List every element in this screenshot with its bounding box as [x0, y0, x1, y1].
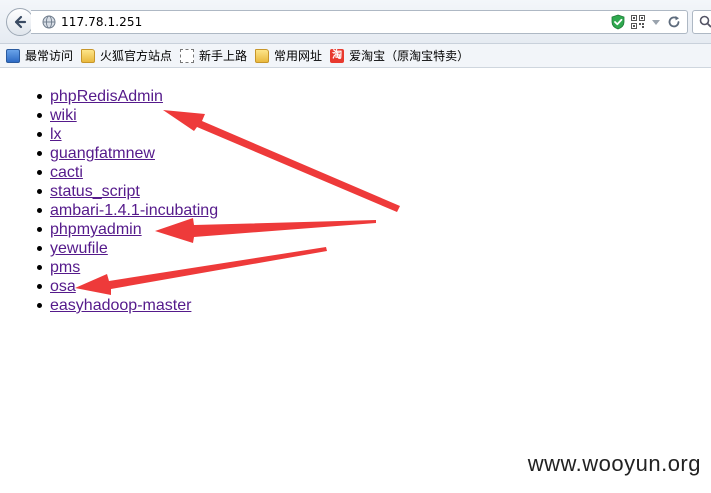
- back-button[interactable]: [6, 8, 34, 36]
- link-pms[interactable]: pms: [50, 259, 80, 276]
- back-arrow-icon: [14, 15, 27, 29]
- watermark-text: www.wooyun.org: [527, 451, 701, 476]
- list-item: guangfatmnew: [37, 144, 218, 163]
- list-item: wiki: [37, 106, 218, 125]
- bookmarks-toolbar: 最常访问 火狐官方站点 新手上路 常用网址 淘 爱淘宝（原淘宝特卖）: [0, 44, 711, 68]
- link-cacti[interactable]: cacti: [50, 164, 83, 181]
- search-box[interactable]: [692, 10, 711, 34]
- list-item: pms: [37, 258, 218, 277]
- bookmark-firefox-official[interactable]: 火狐官方站点: [81, 47, 172, 64]
- list-item: easyhadoop-master: [37, 296, 218, 315]
- url-text: 117.78.1.251: [61, 15, 143, 29]
- bookmark-label: 新手上路: [199, 49, 248, 63]
- folder-icon: [81, 48, 96, 63]
- link-lx[interactable]: lx: [50, 126, 62, 143]
- link-osa[interactable]: osa: [50, 278, 76, 295]
- page-content: phpRedisAdmin wiki lx guangfatmnew cacti…: [0, 68, 711, 493]
- link-guangfatmnew[interactable]: guangfatmnew: [50, 145, 155, 162]
- reload-icon[interactable]: [667, 15, 681, 29]
- bookmark-taobao[interactable]: 淘 爱淘宝（原淘宝特卖）: [330, 47, 469, 64]
- link-status-script[interactable]: status_script: [50, 183, 140, 200]
- list-item: phpRedisAdmin: [37, 87, 218, 106]
- most-visited-icon: [6, 48, 20, 63]
- link-phpmyadmin[interactable]: phpmyadmin: [50, 221, 142, 238]
- link-phpredisadmin[interactable]: phpRedisAdmin: [50, 88, 163, 105]
- globe-icon: [42, 15, 56, 29]
- search-icon: [699, 15, 711, 28]
- bookmark-label: 常用网址: [274, 49, 323, 63]
- bookmark-label: 火狐官方站点: [100, 49, 173, 63]
- dropdown-triangle-icon[interactable]: [651, 15, 661, 29]
- list-item: phpmyadmin: [37, 220, 218, 239]
- list-item: ambari-1.4.1-incubating: [37, 201, 218, 220]
- link-ambari[interactable]: ambari-1.4.1-incubating: [50, 202, 218, 219]
- address-bar[interactable]: 117.78.1.251: [31, 10, 688, 34]
- bookmark-common-sites[interactable]: 常用网址: [255, 47, 322, 64]
- directory-link-list: phpRedisAdmin wiki lx guangfatmnew cacti…: [37, 87, 218, 315]
- bookmark-label: 最常访问: [25, 49, 74, 63]
- qr-code-icon[interactable]: [631, 15, 645, 29]
- bookmark-label: 爱淘宝（原淘宝特卖）: [349, 49, 470, 63]
- link-easyhadoop-master[interactable]: easyhadoop-master: [50, 297, 191, 314]
- list-item: cacti: [37, 163, 218, 182]
- folder-icon: [255, 48, 270, 63]
- bookmark-getting-started[interactable]: 新手上路: [180, 47, 247, 64]
- browser-toolbar: 117.78.1.251: [0, 0, 711, 44]
- list-item: status_script: [37, 182, 218, 201]
- taobao-icon: 淘: [330, 48, 345, 63]
- link-wiki[interactable]: wiki: [50, 107, 77, 124]
- list-item: lx: [37, 125, 218, 144]
- list-item: osa: [37, 277, 218, 296]
- url-icons: [611, 14, 681, 30]
- shield-icon[interactable]: [611, 14, 625, 30]
- list-item: yewufile: [37, 239, 218, 258]
- bookmark-most-visited[interactable]: 最常访问: [6, 47, 73, 64]
- link-yewufile[interactable]: yewufile: [50, 240, 108, 257]
- dashed-page-icon: [180, 48, 195, 63]
